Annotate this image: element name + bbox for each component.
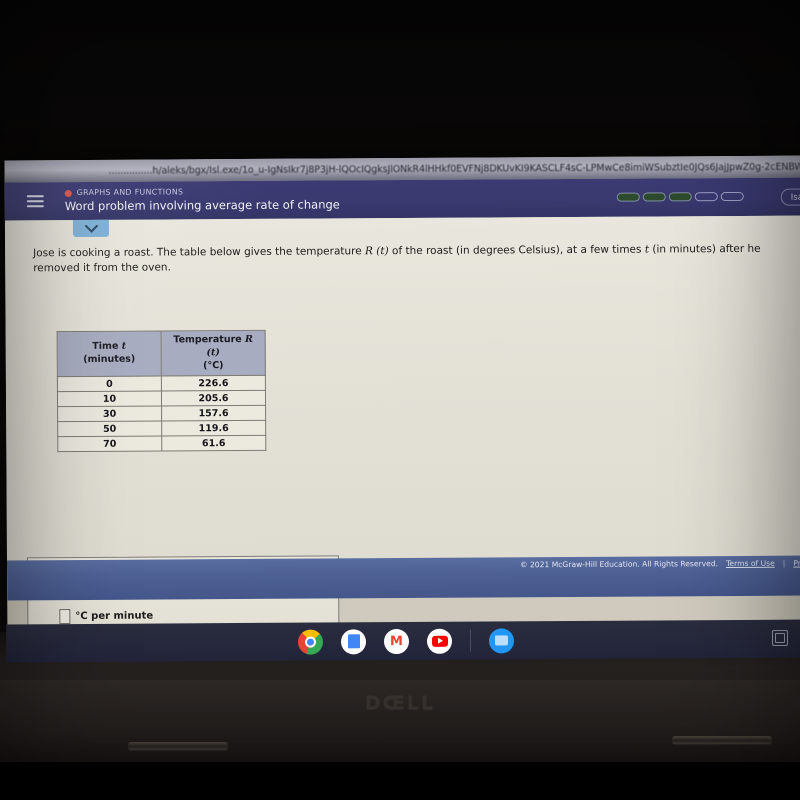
window-overview-icon[interactable] bbox=[771, 629, 789, 647]
privacy-link[interactable]: Pri bbox=[793, 559, 800, 568]
cell-temperature: 205.6 bbox=[161, 390, 266, 407]
os-taskbar: M bbox=[5, 619, 800, 663]
progress-segment bbox=[616, 192, 640, 202]
photo-bottom-border bbox=[0, 762, 800, 800]
temperature-data-table: Time t (minutes) Temperature R (t) (°C) 0 … bbox=[56, 329, 267, 453]
laptop-screen: ...............h/aleks/bgx/Isl.exe/1o_u-… bbox=[4, 155, 800, 641]
dell-brand-logo: DŒLL bbox=[364, 692, 436, 714]
progress-segment bbox=[642, 192, 666, 202]
footer-separator: | bbox=[782, 558, 786, 568]
time-header-var: t bbox=[121, 341, 127, 353]
cell-time: 10 bbox=[57, 391, 162, 408]
answer-input-a[interactable] bbox=[59, 609, 71, 625]
progress-bar bbox=[616, 191, 744, 202]
terms-of-use-link[interactable]: Terms of Use bbox=[726, 559, 775, 568]
cell-temperature: 119.6 bbox=[161, 420, 266, 437]
progress-segment bbox=[694, 192, 718, 202]
laptop-photo: DŒLL ...............h/aleks/bgx/Isl.exe/… bbox=[0, 0, 800, 800]
column-header-temperature: Temperature R (t) (°C) bbox=[161, 330, 266, 377]
copyright-text: © 2021 McGraw-Hill Education. All Rights… bbox=[519, 559, 719, 570]
table-row: 70 61.6 bbox=[57, 435, 266, 453]
cell-time: 0 bbox=[57, 376, 162, 393]
time-header-unit: (minutes) bbox=[83, 353, 136, 366]
answer-unit-a: °C per minute bbox=[75, 610, 154, 623]
cell-time: 50 bbox=[57, 421, 162, 438]
hinge-bar-left bbox=[128, 742, 228, 750]
problem-statement: Jose is cooking a roast. The table below… bbox=[33, 242, 799, 277]
footer-bar: © 2021 McGraw-Hill Education. All Rights… bbox=[6, 555, 800, 601]
play-triangle-icon bbox=[437, 637, 444, 644]
table-header-row: Time t (minutes) Temperature R (t) (°C) bbox=[57, 330, 266, 378]
chrome-icon[interactable] bbox=[297, 629, 324, 655]
topic-label: GRAPHS AND FUNCTIONS bbox=[76, 187, 184, 197]
gmail-icon[interactable]: M bbox=[383, 628, 410, 654]
table-row: 0 226.6 bbox=[57, 375, 266, 393]
table-row: 50 119.6 bbox=[57, 420, 266, 438]
cell-temperature: 157.6 bbox=[161, 405, 266, 422]
answer-row-a: °C per minute bbox=[59, 607, 327, 625]
hamburger-line bbox=[26, 195, 44, 198]
cell-time: 30 bbox=[57, 406, 162, 423]
problem-text-part1: Jose is cooking a roast. The table below… bbox=[33, 245, 366, 260]
topic-row: GRAPHS AND FUNCTIONS bbox=[64, 187, 340, 197]
topic-status-dot-icon bbox=[64, 189, 72, 197]
header-text-group: GRAPHS AND FUNCTIONS Word problem involv… bbox=[64, 187, 340, 214]
progress-segment bbox=[668, 192, 692, 202]
cell-temperature: 61.6 bbox=[161, 435, 266, 452]
url-text: ...............h/aleks/bgx/Isl.exe/1o_u-… bbox=[108, 160, 800, 177]
hamburger-line bbox=[26, 205, 44, 208]
app-header: GRAPHS AND FUNCTIONS Word problem involv… bbox=[4, 177, 800, 221]
hamburger-line bbox=[26, 200, 44, 203]
page-title: Word problem involving average rate of c… bbox=[64, 197, 340, 214]
cell-temperature: 226.6 bbox=[161, 375, 266, 392]
table-row: 30 157.6 bbox=[57, 405, 266, 423]
chevron-down-icon[interactable] bbox=[72, 219, 110, 238]
problem-content-area: Jose is cooking a roast. The table below… bbox=[4, 215, 800, 641]
google-docs-icon[interactable] bbox=[340, 628, 367, 654]
time-header-label: Time bbox=[92, 341, 122, 353]
temp-header-unit: (°C) bbox=[203, 359, 224, 371]
youtube-icon[interactable] bbox=[426, 628, 453, 654]
hamburger-icon[interactable] bbox=[26, 195, 61, 208]
hinge-bar-right bbox=[672, 736, 772, 744]
table-body: 0 226.6 10 205.6 30 157.6 50 119.6 70 61… bbox=[57, 375, 266, 453]
table-row: 10 205.6 bbox=[57, 390, 266, 408]
progress-segment bbox=[720, 191, 744, 202]
temp-header-label: Temperature bbox=[173, 333, 246, 346]
taskbar-separator bbox=[469, 629, 472, 652]
cell-time: 70 bbox=[57, 436, 162, 453]
files-folder-icon[interactable] bbox=[488, 627, 515, 653]
problem-text-part2: of the roast (in degrees Celsius), at a … bbox=[388, 243, 645, 258]
problem-var-R: R (t) bbox=[365, 245, 389, 258]
user-menu-button[interactable]: Isab bbox=[780, 188, 800, 206]
column-header-time: Time t (minutes) bbox=[57, 330, 162, 378]
